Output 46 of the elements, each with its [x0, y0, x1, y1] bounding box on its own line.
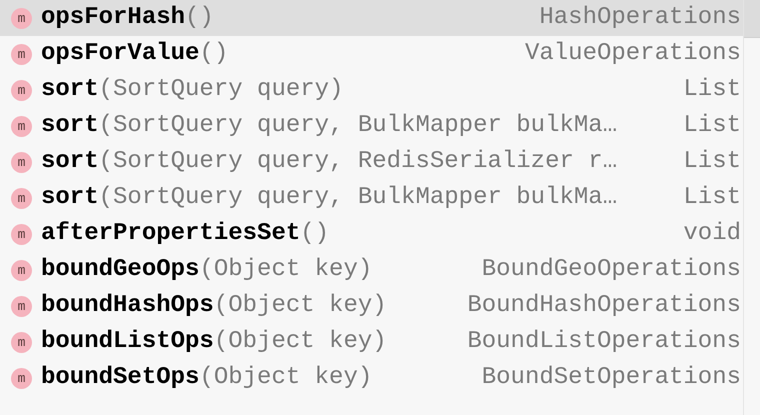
completion-item[interactable]: m opsForHash() HashOperations	[0, 0, 743, 36]
method-params: (SortQuery query, BulkMapper bulkMa…	[98, 114, 618, 138]
method-params: ()	[199, 42, 228, 66]
method-icon: m	[11, 188, 32, 208]
return-type: void	[682, 222, 741, 246]
return-type: BoundGeoOperations	[480, 258, 741, 282]
method-name: boundGeoOps	[41, 258, 200, 282]
method-params: (Object key)	[199, 258, 372, 282]
method-params: (Object key)	[214, 294, 387, 318]
method-icon: m	[11, 152, 32, 172]
return-type: HashOperations	[538, 6, 741, 30]
return-type: BoundSetOperations	[480, 366, 741, 390]
method-name: sort	[41, 78, 99, 102]
method-icon: m	[11, 44, 32, 64]
method-name: afterPropertiesSet	[41, 222, 300, 246]
method-name: boundListOps	[41, 330, 214, 354]
method-params: (SortQuery query)	[98, 78, 344, 102]
method-icon: m	[11, 368, 32, 388]
method-icon: m	[11, 224, 32, 244]
method-name: sort	[41, 186, 99, 210]
return-type: BoundListOperations	[466, 330, 741, 354]
method-icon: m	[11, 116, 32, 136]
method-params: ()	[300, 222, 330, 246]
method-params: (Object key)	[214, 330, 387, 354]
method-name: sort	[41, 150, 99, 174]
method-name: sort	[41, 114, 99, 138]
method-icon: m	[11, 296, 32, 316]
method-icon: m	[11, 8, 32, 28]
method-name: boundSetOps	[41, 366, 200, 390]
method-icon: m	[11, 260, 32, 280]
method-icon: m	[11, 332, 32, 352]
method-params: (SortQuery query, RedisSerializer r…	[98, 150, 618, 174]
method-params: (SortQuery query, BulkMapper bulkMa…	[98, 186, 618, 210]
return-type: List	[682, 186, 741, 210]
return-type: List	[682, 78, 741, 102]
return-type: List	[682, 150, 741, 174]
method-icon: m	[11, 80, 32, 100]
scrollbar-thumb[interactable]	[744, 0, 760, 38]
return-type: List	[682, 114, 741, 138]
return-type: BoundHashOperations	[466, 294, 741, 318]
method-params: (Object key)	[199, 366, 372, 390]
method-name: opsForValue	[41, 42, 200, 66]
method-params: ()	[185, 6, 214, 30]
return-type: ValueOperations	[524, 42, 741, 66]
method-name: opsForHash	[41, 6, 186, 30]
method-name: boundHashOps	[41, 294, 214, 318]
